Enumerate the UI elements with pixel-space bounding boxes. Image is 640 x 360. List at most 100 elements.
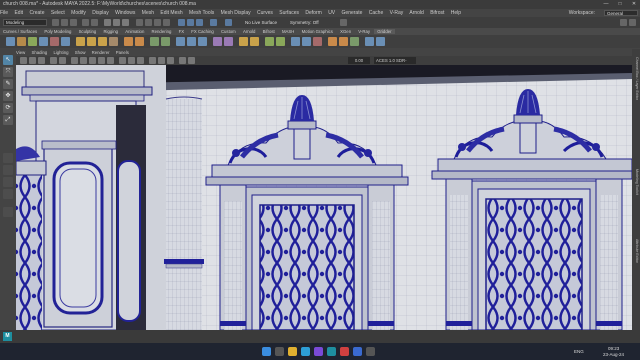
shelf-tab[interactable]: Sculpting <box>76 29 100 34</box>
shelf-tool-icon[interactable] <box>187 37 196 46</box>
menu-set-dropdown[interactable]: Modeling <box>3 19 47 26</box>
viewport-3d[interactable] <box>16 65 632 330</box>
camera-icon[interactable] <box>20 57 27 64</box>
shelf-tab[interactable]: Animation <box>122 29 147 34</box>
panel-menu-lighting[interactable]: Lighting <box>53 50 68 55</box>
panel-menu-shading[interactable]: Shading <box>31 50 47 55</box>
menu-deform[interactable]: Deform <box>305 10 321 16</box>
image-plane-icon[interactable] <box>50 57 57 64</box>
shelf-tool-icon[interactable] <box>213 37 222 46</box>
maximize-button[interactable]: □ <box>616 0 624 9</box>
shelf-tool-icon[interactable] <box>265 37 274 46</box>
menu-cache[interactable]: Cache <box>369 10 383 16</box>
shelf-tool-icon[interactable] <box>28 37 37 46</box>
ambient-occlusion-icon[interactable] <box>128 57 135 64</box>
app-icon[interactable] <box>353 347 362 356</box>
minimize-button[interactable]: — <box>602 0 610 9</box>
magnet-icon[interactable] <box>225 19 232 26</box>
shelf-tool-icon[interactable] <box>350 37 359 46</box>
shelf-tool-icon[interactable] <box>135 37 144 46</box>
menu-mesh-tools[interactable]: Mesh Tools <box>189 10 214 16</box>
shelf-tool-icon[interactable] <box>150 37 159 46</box>
workspace-dropdown[interactable]: General <box>604 10 638 16</box>
language-indicator[interactable]: ENG <box>574 349 584 354</box>
shelf-tool-icon[interactable] <box>124 37 133 46</box>
shelf-tool-icon[interactable] <box>365 37 374 46</box>
menu-arnold[interactable]: Arnold <box>409 10 423 16</box>
shelf-tool-icon[interactable] <box>176 37 185 46</box>
shelf-tool-icon[interactable] <box>376 37 385 46</box>
menu-modify[interactable]: Modify <box>71 10 86 16</box>
modeling-toolkit-tab[interactable]: Modeling Toolkit <box>633 169 639 195</box>
shelf-tool-icon[interactable] <box>6 37 15 46</box>
menu-surfaces[interactable]: Surfaces <box>279 10 299 16</box>
menu-edit[interactable]: Edit <box>14 10 23 16</box>
lasso-tool-icon[interactable]: ⤧ <box>3 67 13 77</box>
wireframe-icon[interactable] <box>71 57 78 64</box>
isolate-select-icon[interactable] <box>149 57 156 64</box>
shelf-tab[interactable]: MASH <box>279 29 297 34</box>
attribute-editor-tab[interactable]: Attribute Editor <box>633 239 639 263</box>
redo-icon[interactable] <box>91 19 98 26</box>
scale-tool-icon[interactable]: ⤢ <box>3 115 13 125</box>
grid-icon[interactable] <box>59 57 66 64</box>
shelf-tab[interactable]: V-Ray <box>355 29 373 34</box>
menu-windows[interactable]: Windows <box>115 10 135 16</box>
panel-menu-show[interactable]: Show <box>75 50 86 55</box>
clock-date[interactable]: 23-Aug-24 <box>603 352 624 357</box>
shelf-tool-icon[interactable] <box>250 37 259 46</box>
shelf-tool-icon[interactable] <box>302 37 311 46</box>
select-component-icon[interactable] <box>122 19 129 26</box>
windows-start-icon[interactable] <box>262 347 271 356</box>
app-icon[interactable] <box>366 347 375 356</box>
shelf-tab[interactable]: Rendering <box>149 29 175 34</box>
shelf-tool-icon[interactable] <box>50 37 59 46</box>
shelf-tool-icon[interactable] <box>198 37 207 46</box>
live-surface-field[interactable]: No Live Surface <box>245 19 277 26</box>
textured-icon[interactable] <box>98 57 105 64</box>
menu-display[interactable]: Display <box>92 10 108 16</box>
bookmark-icon[interactable] <box>38 57 45 64</box>
edge-icon[interactable] <box>301 347 310 356</box>
new-scene-icon[interactable] <box>52 19 59 26</box>
search-icon[interactable] <box>275 347 284 356</box>
paint-select-tool-icon[interactable]: ✎ <box>3 79 13 89</box>
xray-icon[interactable] <box>158 57 165 64</box>
app-icon[interactable] <box>314 347 323 356</box>
app-icon[interactable] <box>340 347 349 356</box>
select-object-icon[interactable] <box>113 19 120 26</box>
menu-select[interactable]: Select <box>51 10 65 16</box>
snap-surface-icon[interactable] <box>163 19 170 26</box>
open-scene-icon[interactable] <box>61 19 68 26</box>
menu-file[interactable]: File <box>0 10 8 16</box>
save-scene-icon[interactable] <box>70 19 77 26</box>
shelf-tool-icon[interactable] <box>313 37 322 46</box>
shelf-tab[interactable]: Bifrost <box>260 29 278 34</box>
modeling-toolkit-icon[interactable] <box>620 19 627 26</box>
shelf-tool-icon[interactable] <box>39 37 48 46</box>
exposure-field[interactable]: 0.00 <box>348 57 370 64</box>
zoom-icon[interactable] <box>3 207 13 217</box>
shelf-tool-icon[interactable] <box>161 37 170 46</box>
four-view-icon[interactable] <box>3 165 13 175</box>
shelf-tab-active[interactable]: Gridder <box>374 29 395 34</box>
render-settings-icon[interactable] <box>196 19 203 26</box>
camera-attributes-icon[interactable] <box>29 57 36 64</box>
shelf-tool-icon[interactable] <box>76 37 85 46</box>
rotate-tool-icon[interactable]: ⟳ <box>3 103 13 113</box>
symmetry-dropdown[interactable]: Symmetry: Off <box>290 19 319 26</box>
menu-bifrost[interactable]: Bifrost <box>430 10 444 16</box>
shelf-tab[interactable]: Custom <box>218 29 239 34</box>
antialiasing-icon[interactable] <box>137 57 144 64</box>
menu-edit-mesh[interactable]: Edit Mesh <box>160 10 182 16</box>
shelf-tool-icon[interactable] <box>87 37 96 46</box>
smooth-shade-icon[interactable] <box>80 57 87 64</box>
shelf-tool-icon[interactable] <box>291 37 300 46</box>
outliner-layout-icon[interactable] <box>3 177 13 187</box>
shadows-icon[interactable] <box>119 57 126 64</box>
shelf-tab[interactable]: Motion Graphics <box>299 29 336 34</box>
shelf-tool-icon[interactable] <box>17 37 26 46</box>
shelf-tab[interactable]: Curves / Surfaces <box>0 29 40 34</box>
panel-menu-panels[interactable]: Panels <box>116 50 129 55</box>
shelf-tool-icon[interactable] <box>224 37 233 46</box>
